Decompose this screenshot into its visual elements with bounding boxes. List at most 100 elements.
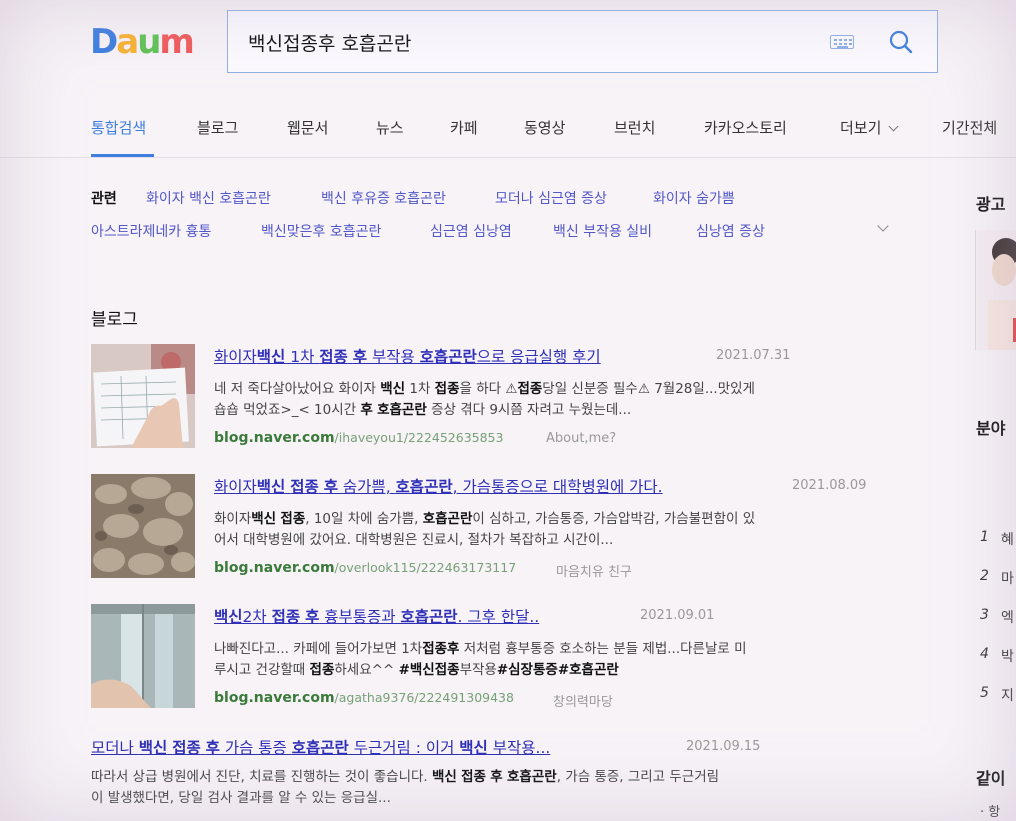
text-fragment: 화이자: [214, 478, 257, 496]
result-thumbnail[interactable]: [91, 474, 195, 578]
highlighted-keyword: 백신: [432, 769, 457, 785]
search-input[interactable]: [248, 25, 808, 59]
highlighted-keyword: 접종: [271, 608, 301, 626]
text-fragment: 모더나: [91, 739, 139, 757]
rank-number: 4: [980, 646, 989, 662]
tab-video[interactable]: 동영상: [524, 117, 565, 138]
text-fragment: 으로 응급실행 후기: [476, 348, 601, 366]
text-fragment: 부작용...: [487, 739, 551, 757]
result-date: 2021.08.09: [792, 478, 867, 493]
rank-title[interactable]: 엑: [1001, 607, 1014, 627]
period-filter[interactable]: 기간전체: [942, 117, 997, 138]
sidebar-item[interactable]: · 항: [980, 801, 1000, 820]
text-fragment: 증상 겪다 9시쯤 자려고 누웠는데...: [426, 402, 632, 418]
highlighted-keyword: 호흡곤란: [422, 511, 473, 527]
highlighted-keyword: 접종후: [422, 641, 460, 657]
logo-letter: D: [90, 22, 118, 62]
result-thumbnail[interactable]: [91, 344, 195, 448]
text-fragment: 숨가쁨,: [337, 478, 396, 496]
highlighted-keyword: 호흡곤란: [507, 769, 557, 785]
highlighted-keyword: 후: [205, 739, 220, 757]
related-expand-icon[interactable]: [877, 220, 889, 232]
url-domain: blog.naver.com: [214, 690, 335, 706]
related-item[interactable]: 백신 부작용 실비: [553, 221, 652, 241]
rank-title[interactable]: 지: [1001, 685, 1014, 705]
text-fragment: 1차: [405, 381, 435, 397]
ad-image[interactable]: [975, 230, 1016, 350]
related-item[interactable]: 백신맞은후 호흡곤란: [261, 221, 381, 241]
daum-logo[interactable]: Daum: [90, 22, 195, 62]
result-url[interactable]: blog.naver.com/ihaveyou1/222452635853: [214, 430, 503, 446]
highlighted-keyword: 백신: [214, 608, 243, 626]
result-title[interactable]: 백신2차 접종 후 흉부통증과 호흡곤란. 그후 한달..: [214, 605, 539, 627]
text-fragment: 네 저 죽다살아났어요 화이자: [214, 381, 381, 397]
tab-brunch[interactable]: 브런치: [614, 117, 655, 138]
related-item[interactable]: 아스트라제네카 흉통: [91, 221, 211, 241]
rank-number: 2: [980, 568, 989, 584]
tab-news[interactable]: 뉴스: [376, 117, 404, 138]
highlighted-keyword: 접종: [172, 739, 201, 757]
text-fragment: 당일 신분증 필수⚠ 7월28일...맛있게: [542, 381, 755, 397]
text-fragment: 2차: [242, 608, 272, 626]
text-fragment: 이 심하고, 가슴통증, 가슴압박감, 가슴불편함이 있: [472, 511, 756, 527]
highlighted-keyword: 백신: [138, 739, 168, 757]
text-fragment: 부작용: [367, 348, 420, 366]
logo-letter: u: [137, 22, 161, 62]
highlighted-keyword: #호흡곤란: [557, 662, 619, 678]
result-url[interactable]: blog.naver.com/agatha9376/222491309438: [214, 690, 514, 706]
text-fragment: 숍숍 먹었죠>_< 10시간: [214, 402, 361, 418]
highlighted-keyword: 접종: [461, 769, 486, 785]
highlighted-keyword: 백신: [459, 739, 488, 757]
text-fragment: 어서 대학병원에 갔어요. 대학병원은 진료시, 절차가 복잡하고 시간이...: [214, 532, 614, 548]
result-source[interactable]: About,me?: [546, 431, 616, 446]
tab-web[interactable]: 웹문서: [287, 117, 328, 138]
url-path: /ihaveyou1/222452635853: [334, 430, 504, 445]
search-tabs: 통합검색 블로그 웹문서 뉴스 카페 동영상 브런치 카카오스토리 더보기 기간…: [0, 100, 1016, 158]
result-title[interactable]: 화이자백신 접종 후 숨가쁨, 호흡곤란, 가슴통증으로 대학병원에 가다.: [214, 475, 663, 497]
keyboard-icon[interactable]: [830, 35, 854, 49]
result-source[interactable]: 창의력마당: [553, 691, 613, 710]
result-description: 따라서 상급 병원에서 진단, 치료를 진행하는 것이 좋습니다. 백신 접종 …: [91, 767, 891, 809]
highlighted-keyword: 백신: [256, 348, 286, 366]
related-item[interactable]: 심낭염 증상: [696, 221, 765, 241]
related-item[interactable]: 백신 후유증 호흡곤란: [321, 188, 446, 208]
tab-integrated[interactable]: 통합검색: [91, 117, 146, 138]
related-item[interactable]: 화이자 백신 호흡곤란: [146, 188, 271, 208]
rank-title[interactable]: 박: [1001, 646, 1014, 666]
rank-title[interactable]: 혜: [1001, 529, 1014, 549]
highlighted-keyword: 후: [305, 608, 320, 626]
result-title[interactable]: 모더나 백신 접종 후 가슴 통증 호흡곤란 두근거림 : 이거 백신 부작용.…: [91, 736, 550, 758]
related-item[interactable]: 심근염 심낭염: [430, 221, 512, 241]
description-line: 루시고 건강할때 접종하세요^^ #백신접종부작용#심장통증#호흡곤란: [214, 660, 899, 681]
highlighted-keyword: 백신: [256, 478, 286, 496]
text-fragment: 따라서 상급 병원에서 진단, 치료를 진행하는 것이 좋습니다.: [91, 769, 432, 785]
text-fragment: 이 발생했다면, 당일 검사 결과를 알 수 있는 응급실...: [91, 790, 391, 806]
result-source[interactable]: 마음치유 친구: [556, 561, 632, 580]
highlighted-keyword: 후: [323, 478, 338, 496]
highlighted-keyword: 접종: [434, 381, 460, 397]
related-item[interactable]: 모더나 심근염 증상: [495, 188, 607, 208]
active-tab-indicator: [91, 154, 154, 157]
description-line: 화이자백신 접종, 10일 차에 숨가쁨, 호흡곤란이 심하고, 가슴통증, 가…: [214, 509, 899, 530]
search-icon[interactable]: [888, 29, 914, 55]
tab-cafe[interactable]: 카페: [450, 117, 478, 138]
description-line: 나빠진다고... 카페에 들어가보면 1차접종후 저처럼 흉부통증 호소하는 분…: [214, 639, 899, 660]
result-title[interactable]: 화이자백신 1차 접종 후 부작용 호흡곤란으로 응급실행 후기: [214, 345, 601, 367]
tab-kakaostory[interactable]: 카카오스토리: [704, 117, 787, 138]
result-date: 2021.09.01: [640, 608, 715, 623]
blog-section-title: 블로그: [91, 310, 138, 330]
logo-letter: m: [159, 22, 194, 62]
result-thumbnail[interactable]: [91, 604, 195, 708]
related-item[interactable]: 화이자 숨가쁨: [653, 188, 735, 208]
highlighted-keyword: 접종: [280, 511, 306, 527]
url-domain: blog.naver.com: [214, 560, 335, 576]
tab-blog[interactable]: 블로그: [197, 117, 238, 138]
ad-label: 광고: [976, 195, 1006, 214]
result-url[interactable]: blog.naver.com/overlook115/222463173117: [214, 560, 516, 576]
url-path: /overlook115/222463173117: [334, 560, 517, 575]
rank-number: 3: [980, 607, 989, 623]
related-label: 관련: [91, 191, 117, 207]
rank-title[interactable]: 마: [1001, 568, 1014, 588]
text-fragment: 을 하다 ⚠: [459, 381, 518, 397]
tab-more[interactable]: 더보기: [840, 117, 899, 138]
